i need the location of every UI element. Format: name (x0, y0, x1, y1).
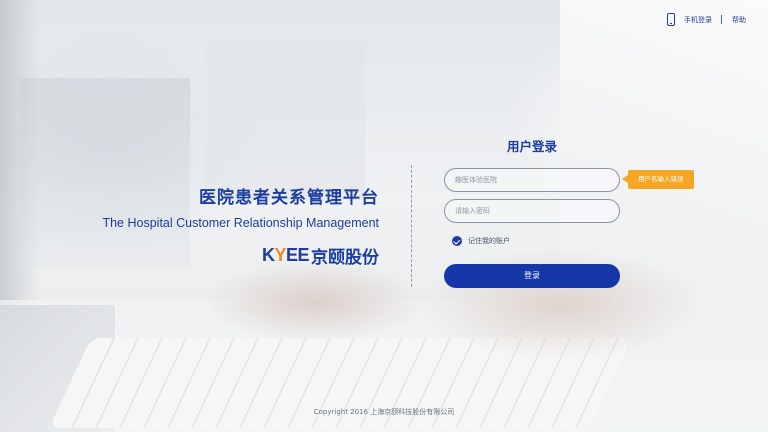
login-title: 用户登录 (506, 139, 557, 154)
mobile-login-link[interactable]: 手机登录 (684, 15, 712, 25)
mobile-phone-icon[interactable] (667, 13, 675, 26)
nav-separator (721, 15, 722, 24)
remember-checkbox-icon[interactable] (452, 236, 462, 246)
platform-title-en: The Hospital Customer Relationship Manag… (102, 216, 379, 230)
copyright: Copyright 2016 上海京颐科技股份有限公司 (313, 408, 455, 416)
company-logo: KYEE 京颐股份 (262, 243, 379, 268)
top-nav: 手机登录 帮助 (667, 13, 746, 26)
remember-label[interactable]: 记住我的账户 (468, 236, 510, 246)
remember-me[interactable]: 记住我的账户 (452, 236, 510, 246)
username-input[interactable] (444, 168, 620, 192)
logo-latin: KYEE (261, 245, 310, 265)
logo-cn-text: 京颐股份 (311, 248, 379, 268)
username-error-tooltip: 用户名输入错误 (622, 170, 694, 189)
login-button[interactable]: 登录 (444, 264, 620, 288)
vertical-divider (411, 165, 412, 287)
platform-title-cn: 医院患者关系管理平台 (199, 188, 379, 208)
help-link[interactable]: 帮助 (732, 15, 746, 25)
password-input[interactable] (444, 199, 620, 223)
